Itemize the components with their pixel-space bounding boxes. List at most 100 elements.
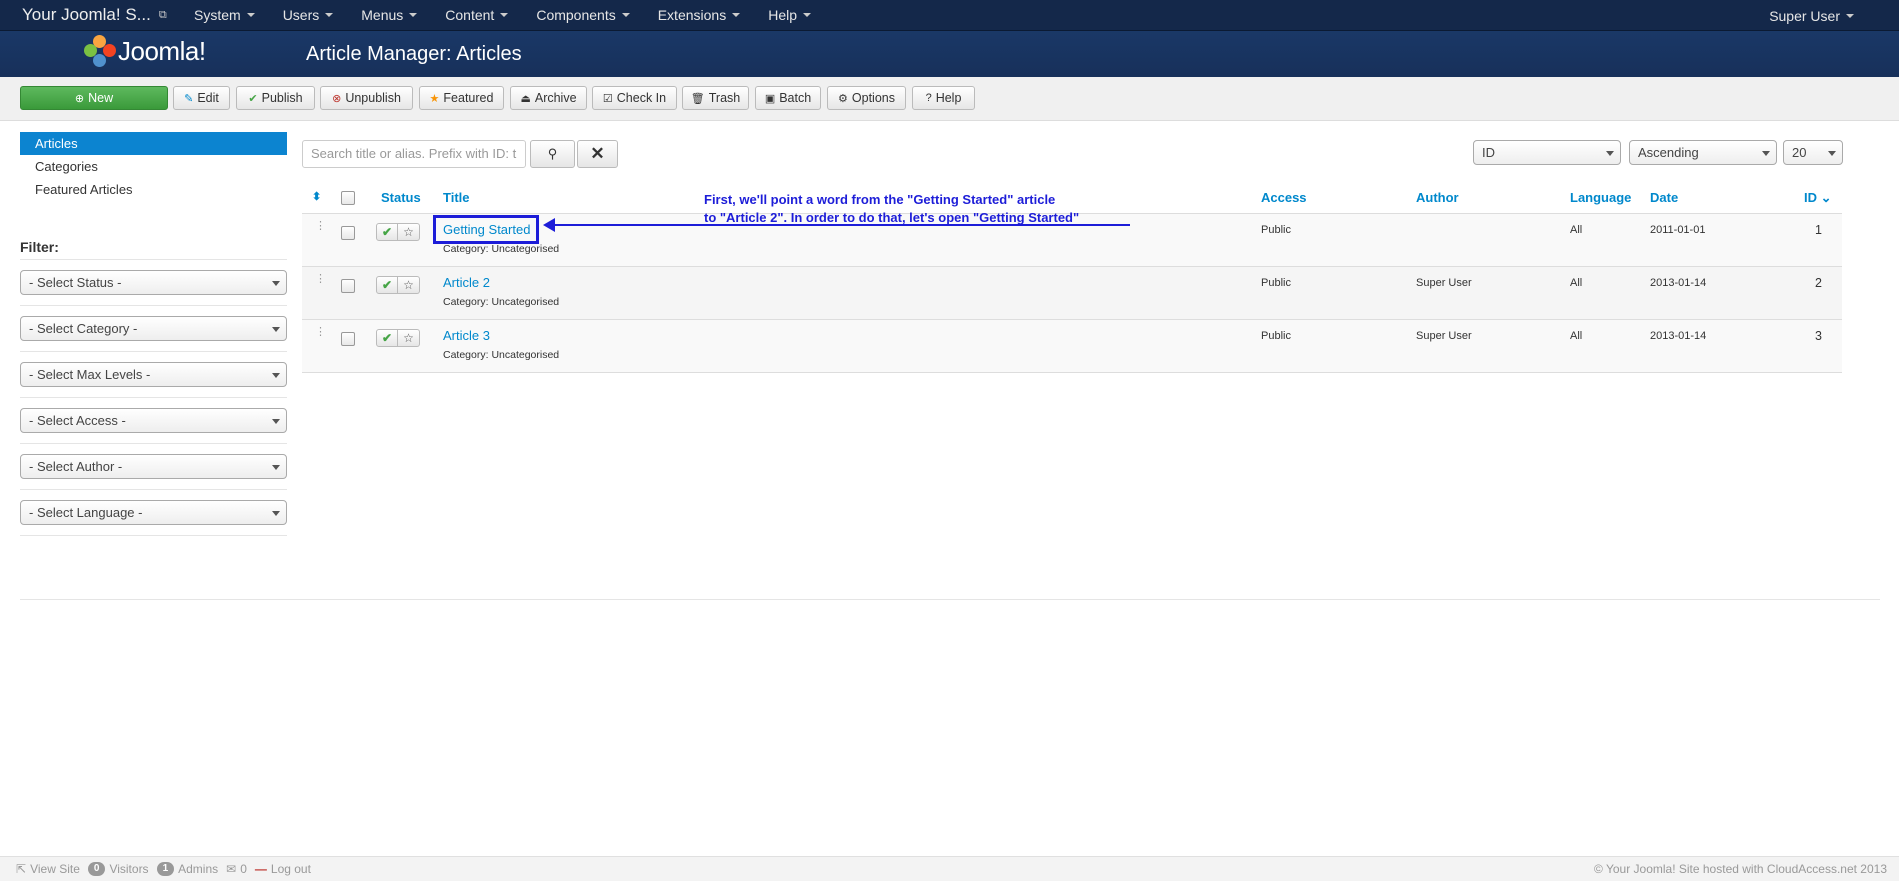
trash-button[interactable]: 🗑 Trash — [682, 86, 749, 110]
user-menu[interactable]: Super User — [1769, 0, 1854, 31]
admins-count-badge: 1 — [156, 862, 175, 876]
article-date: 2011-01-01 — [1650, 224, 1706, 236]
sort-field-select[interactable]: ID — [1473, 140, 1621, 165]
unpublish-button[interactable]: ⊗ Unpublish — [320, 86, 413, 110]
menu-components[interactable]: Components — [526, 7, 639, 23]
new-button[interactable]: ⊕ New — [20, 86, 168, 110]
column-title[interactable]: Title — [443, 190, 470, 205]
status-toggle-group: ✔ ☆ — [376, 223, 420, 241]
plus-circle-icon: ⊕ — [74, 92, 85, 105]
caret-down-icon — [409, 13, 418, 17]
drag-handle-icon[interactable]: ⋮ — [315, 221, 326, 232]
sidebar-item-featured-articles[interactable]: Featured Articles — [20, 178, 287, 201]
featured-star-icon[interactable]: ☆ — [398, 329, 420, 347]
site-brand-link[interactable]: Your Joomla! S... ⧉ — [0, 5, 176, 25]
sidebar-item-articles[interactable]: Articles — [20, 132, 287, 155]
table-row: ⋮ ✔ ☆ Article 3 Category: Uncategorised … — [302, 320, 1842, 373]
article-id: 2 — [1815, 276, 1822, 290]
article-access: Public — [1261, 224, 1291, 236]
article-title-link[interactable]: Article 3 — [443, 328, 490, 343]
published-check-icon[interactable]: ✔ — [376, 329, 398, 347]
max-levels-filter-select[interactable]: - Select Max Levels - — [20, 362, 287, 387]
menu-users[interactable]: Users — [273, 7, 344, 23]
highlight-box — [433, 215, 539, 244]
select-all-checkbox[interactable] — [341, 191, 355, 205]
visitors-count-badge: 0 — [87, 862, 106, 876]
trash-icon: 🗑 — [690, 92, 705, 105]
column-status[interactable]: Status — [381, 190, 421, 205]
joomla-logo-icon — [84, 35, 116, 67]
sidebar-item-categories[interactable]: Categories — [20, 155, 287, 178]
article-id: 1 — [1815, 223, 1822, 237]
menu-system[interactable]: System — [184, 7, 265, 23]
article-category: Category: Uncategorised — [443, 349, 560, 361]
page-title: Article Manager: Articles — [306, 43, 522, 65]
featured-button[interactable]: ★ Featured — [419, 86, 504, 110]
ordering-sort-icon[interactable]: ⬍ — [312, 190, 321, 203]
published-check-icon[interactable]: ✔ — [376, 223, 398, 241]
featured-star-icon[interactable]: ☆ — [398, 223, 420, 241]
drag-handle-icon[interactable]: ⋮ — [315, 327, 326, 338]
options-button[interactable]: ⚙ Options — [827, 86, 906, 110]
article-language: All — [1570, 330, 1583, 342]
column-id[interactable]: ID ⌄ — [1804, 190, 1832, 206]
dropdown-arrow-icon — [272, 281, 280, 286]
featured-star-icon[interactable]: ☆ — [398, 276, 420, 294]
row-checkbox[interactable] — [341, 279, 355, 293]
category-filter-select[interactable]: - Select Category - — [20, 316, 287, 341]
logout-link[interactable]: Log out — [271, 862, 311, 876]
dropdown-arrow-icon — [272, 373, 280, 378]
gear-icon: ⚙ — [838, 92, 848, 105]
view-site-link[interactable]: View Site — [30, 862, 80, 876]
column-language[interactable]: Language — [1570, 190, 1631, 205]
row-checkbox[interactable] — [341, 332, 355, 346]
batch-button[interactable]: ▣ Batch — [755, 86, 821, 110]
messages-count[interactable]: 0 — [240, 862, 247, 876]
menu-extensions[interactable]: Extensions — [648, 7, 750, 23]
author-filter-select[interactable]: - Select Author - — [20, 454, 287, 479]
column-author[interactable]: Author — [1416, 190, 1459, 205]
sort-direction-select[interactable]: Ascending — [1629, 140, 1777, 165]
access-filter-select[interactable]: - Select Access - — [20, 408, 287, 433]
edit-button[interactable]: ✎ Edit — [173, 86, 230, 110]
table-row: ⋮ ✔ ☆ Article 2 Category: Uncategorised … — [302, 267, 1842, 320]
drag-handle-icon[interactable]: ⋮ — [315, 274, 326, 285]
article-category: Category: Uncategorised — [443, 296, 560, 308]
admins-label: Admins — [178, 862, 219, 876]
check-in-button[interactable]: ☑ Check In — [592, 86, 677, 110]
archive-button[interactable]: ⏏ Archive — [510, 86, 587, 110]
dropdown-arrow-icon — [1606, 151, 1614, 156]
help-button[interactable]: ? Help — [912, 86, 975, 110]
article-id: 3 — [1815, 329, 1822, 343]
published-check-icon[interactable]: ✔ — [376, 276, 398, 294]
copyright-text: © Your Joomla! Site hosted with CloudAcc… — [1593, 862, 1887, 876]
batch-icon: ▣ — [764, 92, 776, 105]
checkbox-icon: ☑ — [602, 92, 613, 105]
publish-button[interactable]: ✔ Publish — [236, 86, 315, 110]
dropdown-arrow-icon — [1828, 151, 1836, 156]
clear-button[interactable]: ✕ — [577, 140, 618, 168]
column-date[interactable]: Date — [1650, 190, 1678, 205]
filter-category-block: - Select Category - — [20, 305, 287, 351]
search-input[interactable]: Search title or alias. Prefix with ID: t — [302, 140, 526, 168]
question-icon: ? — [925, 92, 932, 104]
annotation-line-2: to "Article 2". In order to do that, let… — [704, 210, 1080, 225]
row-checkbox[interactable] — [341, 226, 355, 240]
caret-down-icon — [246, 13, 255, 17]
caret-down-icon — [621, 13, 630, 17]
article-date: 2013-01-14 — [1650, 277, 1707, 289]
caret-down-icon — [803, 13, 811, 17]
caret-down-icon — [325, 13, 334, 17]
list-limit-select[interactable]: 20 — [1783, 140, 1843, 165]
star-icon: ★ — [429, 92, 440, 105]
column-access[interactable]: Access — [1261, 190, 1307, 205]
article-title-link[interactable]: Article 2 — [443, 275, 490, 290]
article-language: All — [1570, 224, 1583, 236]
language-filter-select[interactable]: - Select Language - — [20, 500, 287, 525]
menu-help[interactable]: Help — [758, 7, 821, 23]
menu-menus[interactable]: Menus — [351, 7, 427, 23]
status-filter-select[interactable]: - Select Status - — [20, 270, 287, 295]
menu-content[interactable]: Content — [435, 7, 518, 23]
search-button[interactable]: ⚲ — [530, 140, 575, 168]
caret-down-icon — [732, 13, 741, 17]
